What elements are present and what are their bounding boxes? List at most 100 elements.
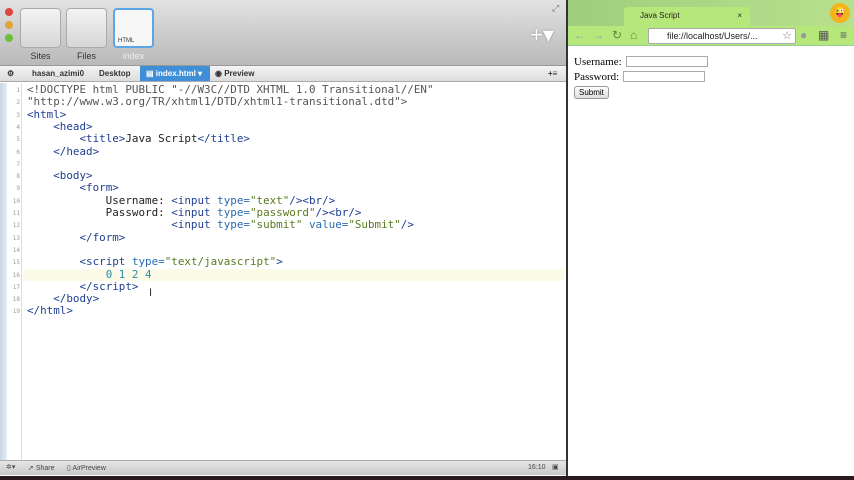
- code-token: 0 1 2 4: [105, 267, 152, 281]
- file-icon: ▤: [146, 69, 156, 78]
- fullscreen-icon[interactable]: ⤢: [552, 3, 559, 14]
- code-token: type=: [217, 193, 250, 207]
- code-token: type=: [217, 206, 250, 219]
- star-icon[interactable]: ☆: [782, 29, 792, 42]
- code-token: </script>: [79, 279, 139, 293]
- extension-icon-2[interactable]: ▦: [818, 28, 829, 42]
- reload-icon[interactable]: ↻: [612, 28, 622, 42]
- menu-icon[interactable]: ≡: [840, 28, 847, 42]
- code-token: <input: [171, 206, 218, 219]
- breadcrumb-item[interactable]: hasan_azimi0: [32, 69, 84, 78]
- browser-window: Java Script × 😜 ← → ↻ ⌂ file://localhost/…: [566, 0, 854, 476]
- html-badge: HTML: [118, 38, 135, 44]
- line-number: 15: [12, 259, 20, 267]
- airpreview-button[interactable]: ▯ AirPreview: [67, 464, 106, 472]
- code-token: /><br/>: [289, 193, 336, 207]
- preview-button[interactable]: ◉ Preview: [215, 69, 254, 78]
- line-gutter: 1 2 3 4 5 6 7 8 9 10 11 12 13 14 15 16 17 18 19: [0, 83, 22, 460]
- share-button[interactable]: ➚ Share: [28, 464, 55, 472]
- browser-tab[interactable]: Java Script ×: [624, 7, 750, 26]
- code-token: <input: [171, 193, 218, 207]
- tab-title: Java Script: [640, 11, 680, 20]
- avatar-icon: 😜: [830, 3, 850, 23]
- address-bar[interactable]: file://localhost/Users/... ☆: [648, 28, 796, 44]
- share-label: Share: [35, 465, 55, 472]
- username-input[interactable]: [625, 56, 708, 67]
- extension-icon[interactable]: ●: [800, 28, 807, 42]
- line-number: 2: [16, 99, 20, 107]
- code-line: </form>: [27, 230, 126, 244]
- sites-label: Sites: [30, 51, 51, 61]
- code-token: "submit": [249, 218, 309, 232]
- code-token: "text": [249, 193, 290, 207]
- code-token: "text/javascript": [164, 255, 277, 269]
- code-line: </head>: [27, 145, 99, 158]
- airpreview-label: AirPreview: [72, 465, 106, 472]
- code-token: <!DOCTYPE html PUBLIC "-//W3C//DTD XHTML…: [27, 83, 434, 96]
- close-window-button[interactable]: [5, 8, 13, 16]
- line-number: 9: [16, 185, 20, 193]
- panel-toggle-icon[interactable]: ▣: [552, 463, 559, 471]
- menu-icon[interactable]: +≡: [548, 69, 557, 78]
- line-number: 1: [16, 87, 20, 94]
- password-input[interactable]: [623, 71, 706, 82]
- settings-icon[interactable]: ✲▾: [6, 463, 15, 471]
- line-number: 18: [12, 296, 20, 304]
- sites-tile[interactable]: [20, 8, 61, 48]
- code-token: Password:: [27, 206, 172, 219]
- code-token: "http://www.w3.org/TR/xhtml1/DTD/xhtml1-…: [27, 95, 408, 109]
- code-token: <head>: [53, 119, 93, 133]
- code-token: </form>: [79, 230, 126, 244]
- code-token: "Submit": [348, 218, 401, 232]
- code-token: value=: [308, 218, 349, 232]
- forward-icon[interactable]: →: [592, 28, 604, 42]
- breadcrumb-item[interactable]: Desktop: [99, 69, 131, 78]
- code-token: <html>: [27, 107, 67, 121]
- line-number: 13: [12, 234, 20, 242]
- line-number: 5: [16, 136, 20, 144]
- code-token: type=: [217, 218, 250, 232]
- line-number: 4: [16, 123, 20, 131]
- line-number: 7: [16, 160, 20, 168]
- code-token: />: [400, 218, 414, 232]
- username-label: Username:: [574, 55, 622, 68]
- cursor-position: 16:10: [528, 464, 546, 471]
- code-token: /><br/>: [315, 206, 362, 219]
- password-label: Password:: [574, 70, 620, 83]
- line-number: 14: [12, 246, 20, 254]
- minimize-window-button[interactable]: [5, 21, 13, 29]
- line-number: 8: [16, 173, 20, 181]
- close-tab-icon[interactable]: ×: [737, 11, 742, 20]
- plus-icon[interactable]: +▾: [530, 22, 554, 48]
- code-line: "http://www.w3.org/TR/xhtml1/DTD/xhtml1-…: [27, 96, 407, 108]
- back-icon[interactable]: ←: [574, 28, 586, 42]
- preview-label: Preview: [224, 69, 255, 78]
- line-number: 10: [12, 197, 20, 205]
- breadcrumb: ⚙ hasan_azimi0 Desktop ▤ index.html ▾ ◉ …: [0, 66, 566, 82]
- home-icon[interactable]: ⌂: [630, 28, 637, 42]
- files-label: Files: [76, 51, 96, 61]
- index-tile[interactable]: HTML: [113, 8, 154, 48]
- zoom-window-button[interactable]: [5, 34, 13, 42]
- index-label: index: [122, 51, 145, 61]
- code-editor-window: Sites Files HTML index +▾ ⤢ ⚙ hasan_azim…: [0, 0, 566, 476]
- code-token: <body>: [53, 169, 93, 183]
- browser-tab-bar: Java Script × 😜: [568, 0, 854, 26]
- code-token: Java Script: [125, 132, 198, 146]
- code-token: </body>: [53, 292, 100, 306]
- gear-icon[interactable]: ⚙: [7, 69, 14, 78]
- submit-button[interactable]: Submit: [574, 86, 609, 99]
- files-tile[interactable]: [66, 8, 107, 48]
- browser-nav-bar: ← → ↻ ⌂ file://localhost/Users/... ☆ ● ▦ …: [568, 26, 854, 46]
- breadcrumb-current-file[interactable]: ▤ index.html ▾: [140, 66, 210, 81]
- line-number: 3: [16, 111, 20, 119]
